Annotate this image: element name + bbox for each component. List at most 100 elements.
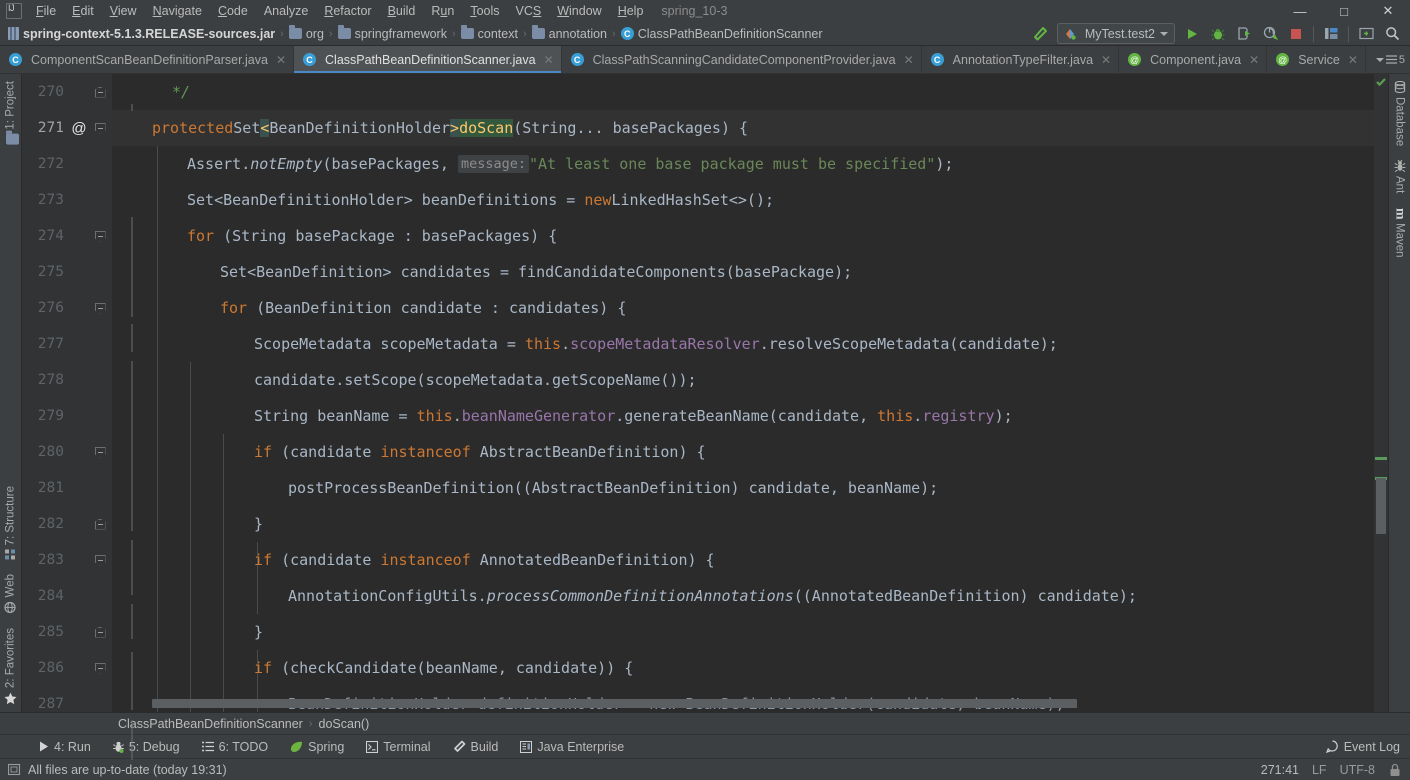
tool-window-spring[interactable]: Spring	[279, 737, 355, 757]
menu-item-view[interactable]: View	[102, 2, 145, 20]
terminal-icon	[366, 740, 379, 753]
minimize-button[interactable]: —	[1278, 0, 1322, 22]
event-log-label[interactable]: Event Log	[1344, 740, 1400, 754]
marker-stripe[interactable]	[1375, 457, 1387, 460]
menu-item-build[interactable]: Build	[380, 2, 424, 20]
breadcrumb-item-jar[interactable]: spring-context-5.1.3.RELEASE-sources.jar	[8, 27, 275, 41]
breadcrumb-item-springframework[interactable]: springframework	[337, 25, 447, 41]
menu-item-edit[interactable]: Edit	[64, 2, 102, 20]
sidebar-item-favorites[interactable]: 2: Favorites	[0, 621, 21, 712]
override-method-icon[interactable]: @	[68, 120, 90, 137]
close-icon[interactable]: ✕	[904, 53, 914, 67]
sidebar-item-maven[interactable]: m Maven	[1389, 201, 1410, 265]
sidebar-item-label: 2: Favorites	[4, 627, 17, 688]
menu-item-window[interactable]: Window	[549, 2, 609, 20]
breadcrumb-label: springframework	[354, 26, 447, 41]
breadcrumb-method[interactable]: doScan()	[319, 717, 370, 731]
tool-window-java-enterprise[interactable]: Java Enterprise	[509, 737, 635, 757]
fold-toggle[interactable]	[90, 230, 110, 242]
editor-tab-component[interactable]: @ Component.java ✕	[1119, 46, 1268, 73]
updates-icon[interactable]	[1354, 23, 1378, 45]
menu-item-analyze[interactable]: Analyze	[256, 2, 316, 20]
gutter-row: 285	[22, 614, 112, 650]
caret-position[interactable]: 271:41	[1261, 763, 1299, 777]
sidebar-item-database[interactable]: Database	[1389, 74, 1410, 153]
fold-toggle[interactable]	[90, 86, 110, 98]
tool-window-label: Terminal	[383, 739, 431, 754]
run-with-coverage-icon[interactable]	[1232, 23, 1256, 45]
gutter-row: 282	[22, 506, 112, 542]
close-icon[interactable]: ✕	[1101, 53, 1111, 67]
fold-toggle[interactable]	[90, 518, 110, 530]
breadcrumb-class[interactable]: ClassPathBeanDefinitionScanner	[118, 717, 303, 731]
sidebar-item-structure[interactable]: 7: Structure	[0, 479, 21, 567]
code-line-279: String beanName = this. beanNameGenerator…	[254, 407, 1013, 425]
sidebar-item-ant[interactable]: Ant	[1389, 153, 1410, 200]
search-icon[interactable]	[1380, 23, 1404, 45]
line-separator-indicator[interactable]: LF	[1312, 763, 1327, 777]
fold-toggle[interactable]	[90, 662, 110, 674]
menu-item-vcs[interactable]: VCS	[508, 2, 550, 20]
code-line-283: if (candidate instanceof AnnotatedBeanDe…	[254, 551, 715, 569]
debug-icon[interactable]	[1206, 23, 1230, 45]
tool-window-todo[interactable]: 6: TODO	[191, 737, 280, 757]
editor-breadcrumb-bar: ClassPathBeanDefinitionScanner › doScan(…	[0, 712, 1410, 734]
build-hammer-icon[interactable]	[1028, 23, 1052, 45]
fold-toggle[interactable]	[90, 626, 110, 638]
maximize-button[interactable]: □	[1322, 0, 1366, 22]
tool-window-debug[interactable]: 5: Debug	[102, 737, 191, 757]
fold-toggle[interactable]	[90, 122, 110, 134]
editor-horizontal-scrollbar[interactable]	[152, 699, 1077, 708]
editor-tab-annotationtypefilter[interactable]: C AnnotationTypeFilter.java ✕	[922, 46, 1120, 73]
close-icon[interactable]: ✕	[544, 53, 554, 67]
code-editor[interactable]: 270 271 @ 272 273 274 275 276 277 278 279…	[22, 74, 1388, 760]
menu-item-tools[interactable]: Tools	[462, 2, 507, 20]
tab-overflow-button[interactable]: 5	[1375, 54, 1405, 66]
tool-window-build[interactable]: Build	[442, 737, 510, 757]
menu-item-file[interactable]: File	[28, 2, 64, 20]
project-structure-icon[interactable]	[1319, 23, 1343, 45]
sidebar-item-project[interactable]: 1: Project	[0, 74, 21, 152]
editor-tab-classpathscanningcandidatecomponentprovider[interactable]: C ClassPathScanningCandidateComponentPro…	[562, 46, 922, 73]
close-icon[interactable]: ✕	[1348, 53, 1358, 67]
menu-item-refactor[interactable]: Refactor	[316, 2, 379, 20]
project-folder-icon	[6, 133, 19, 145]
parameter-hint: message:	[457, 155, 529, 173]
code-line-270: */	[172, 83, 191, 101]
sidebar-item-web[interactable]: Web	[0, 567, 21, 620]
tool-window-run[interactable]: 4: Run	[28, 737, 102, 757]
editor-gutter[interactable]: 270 271 @ 272 273 274 275 276 277 278 279…	[22, 74, 133, 760]
fold-toggle[interactable]	[90, 302, 110, 314]
menu-item-help[interactable]: Help	[610, 2, 652, 20]
editor-text-area[interactable]: */ protected Set < BeanDefinitionHolder > d…	[112, 74, 1374, 712]
stop-icon[interactable]	[1284, 23, 1308, 45]
run-icon[interactable]	[1180, 23, 1204, 45]
editor-tab-service[interactable]: @ Service ✕	[1267, 46, 1366, 73]
window-controls: — □ ✕	[1278, 0, 1410, 22]
editor-marker-bar[interactable]	[1374, 74, 1388, 712]
menu-item-run[interactable]: Run	[423, 2, 462, 20]
fold-toggle[interactable]	[90, 554, 110, 566]
fold-toggle[interactable]	[90, 446, 110, 458]
menu-item-code[interactable]: Code	[210, 2, 256, 20]
breadcrumb-item-class[interactable]: C ClassPathBeanDefinitionScanner	[620, 27, 823, 41]
profile-icon[interactable]	[1258, 23, 1282, 45]
close-icon[interactable]: ✕	[1249, 53, 1259, 67]
read-only-lock-icon[interactable]	[1388, 763, 1402, 777]
breadcrumb-item-org[interactable]: org	[288, 25, 324, 41]
line-number: 283	[37, 552, 64, 568]
run-configuration-selector[interactable]: MyTest.test2	[1056, 23, 1175, 44]
close-icon[interactable]: ✕	[276, 53, 286, 67]
tool-window-label: 5: Debug	[128, 739, 180, 754]
editor-vertical-scrollbar[interactable]	[1376, 478, 1386, 534]
breadcrumb-item-annotation[interactable]: annotation	[531, 25, 607, 41]
close-button[interactable]: ✕	[1366, 0, 1410, 22]
editor-tab-componentscanbeandefinitionparser[interactable]: C ComponentScanBeanDefinitionParser.java…	[0, 46, 295, 73]
breadcrumb-item-context[interactable]: context	[460, 25, 518, 41]
menu-item-navigate[interactable]: Navigate	[145, 2, 210, 20]
editor-tab-bar: C ComponentScanBeanDefinitionParser.java…	[0, 46, 1410, 74]
tool-window-terminal[interactable]: Terminal	[355, 737, 441, 757]
chevron-down-icon	[1160, 31, 1168, 36]
encoding-indicator[interactable]: UTF-8	[1340, 763, 1375, 777]
editor-tab-classpathbeandefinitionscanner[interactable]: C ClassPathBeanDefinitionScanner.java ✕	[294, 46, 562, 73]
